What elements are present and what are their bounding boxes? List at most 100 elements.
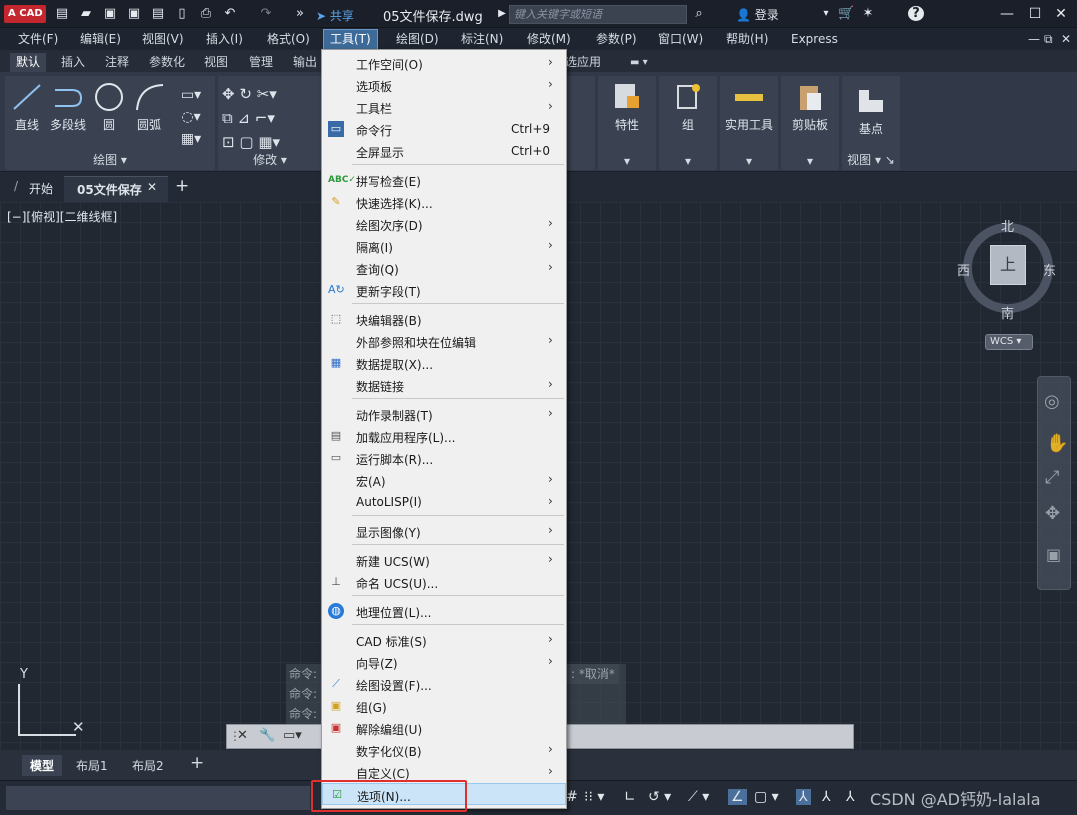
menu-draw[interactable]: 绘图(D) [392,31,443,48]
menu-item-data-links[interactable]: 数据链接 › [322,374,566,396]
object-snap-icon[interactable]: ▢ ▾ [754,789,779,805]
utilities-tool[interactable]: 实用工具 [722,82,776,133]
new-file-icon[interactable]: ▤ [54,6,70,21]
help-icon[interactable]: ? [908,6,924,21]
search-input[interactable]: 键入关键字或短语 [509,5,687,24]
menu-file[interactable]: 文件(F) [14,31,62,48]
view-panel-title[interactable]: 视图 ▾ ↘ [842,151,900,168]
open-folder-icon[interactable]: ▰ [78,6,94,21]
clipboard-dropdown-icon[interactable]: ▾ [781,154,839,168]
command-close-icon[interactable]: ✕ [237,728,248,743]
save-web-icon[interactable]: ▯ [174,6,190,21]
menu-item-command-line[interactable]: ▭ 命令行 Ctrl+9 [322,118,566,140]
ribbon-tab-view[interactable]: 视图 [198,53,234,72]
ribbon-tab-home[interactable]: 默认 [10,53,47,72]
menu-modify[interactable]: 修改(M) [523,31,575,48]
compass-south[interactable]: 南 [1001,303,1014,322]
menu-item-workspaces[interactable]: 工作空间(O) › [322,52,566,74]
menu-item-isolate[interactable]: 隔离(I) › [322,235,566,257]
menu-item-display-image[interactable]: 显示图像(Y) › [322,520,566,542]
minimize-button[interactable]: — [996,4,1018,24]
arc-tool[interactable]: 圆弧 [131,82,167,133]
ribbon-tab-annotate[interactable]: 注释 [99,53,135,72]
menu-item-action-recorder[interactable]: 动作录制器(T) › [322,403,566,425]
pan-icon[interactable]: ✋ [1046,433,1068,454]
circle-tool[interactable]: 圆 [91,82,127,133]
compass-north[interactable]: 北 [1001,216,1014,235]
ribbon-tab-insert[interactable]: 插入 [55,53,91,72]
add-layout-icon[interactable]: + [184,753,210,773]
compass-west[interactable]: 西 [957,260,970,279]
tab-model[interactable]: 模型 [22,755,63,776]
clipboard-tool[interactable]: 剪贴板 [783,82,837,133]
isodraft-icon[interactable]: ⟋ ▾ [688,789,709,805]
undo-icon[interactable]: ↶ [222,6,238,21]
redo-icon[interactable]: ↷ [258,6,274,21]
menu-item-load-application[interactable]: ▤ 加载应用程序(L)... [322,425,566,447]
ribbon-tab-parametric[interactable]: 参数化 [143,53,191,72]
menu-item-inquiry[interactable]: 查询(Q) › [322,257,566,279]
menu-item-drafting-settings[interactable]: ⟋ 绘图设置(F)... [322,673,566,695]
menu-help[interactable]: 帮助(H) [722,31,772,48]
menu-format[interactable]: 格式(O) [263,31,314,48]
menu-item-xref-inplace-edit[interactable]: 外部参照和块在位编辑 › [322,330,566,352]
command-customize-icon[interactable]: 🔧 [259,728,275,743]
menu-view[interactable]: 视图(V) [138,31,188,48]
menu-item-update-fields[interactable]: A↻ 更新字段(T) [322,279,566,301]
doc-restore-button[interactable]: ⧉ [1040,31,1057,48]
menu-express[interactable]: Express [787,31,842,48]
menu-insert[interactable]: 插入(I) [202,31,247,48]
group-tool[interactable]: 组 [665,82,711,133]
menu-item-group[interactable]: ▣ 组(G) [322,695,566,717]
draw-small-tools[interactable]: ▭▾ ◌▾ ▦▾ [173,84,209,150]
app-logo[interactable]: A CAD [4,5,46,23]
menu-item-block-editor[interactable]: ⬚ 块编辑器(B) [322,308,566,330]
autodesk-app-icon[interactable]: ✶ [860,6,876,21]
command-prompt-icon[interactable]: ▭▾ [283,728,302,743]
menu-item-spelling[interactable]: ABC✓ 拼写检查(E) [322,169,566,191]
properties-tool[interactable]: 特性 [604,82,650,133]
base-point-tool[interactable]: 基点 [848,86,894,137]
polar-icon[interactable]: ↺ ▾ [648,789,671,805]
menu-item-data-extraction[interactable]: ▦ 数据提取(X)... [322,352,566,374]
menu-item-toolbars[interactable]: 工具栏 › [322,96,566,118]
open-web-icon[interactable]: ▤ [150,6,166,21]
close-button[interactable]: ✕ [1050,4,1072,24]
menu-dimension[interactable]: 标注(N) [457,31,507,48]
menu-window[interactable]: 窗口(W) [654,31,707,48]
tab-layout2[interactable]: 布局2 [126,757,170,774]
tab-layout1[interactable]: 布局1 [70,757,114,774]
menu-item-geographic-location[interactable]: ◍ 地理位置(L)... [322,600,566,622]
cart-icon[interactable]: 🛒 [838,6,854,21]
menu-item-wizards[interactable]: 向导(Z) › [322,651,566,673]
menu-item-ungroup[interactable]: ▣ 解除编组(U) [322,717,566,739]
menu-item-macro[interactable]: 宏(A) › [322,469,566,491]
object-snap-tracking-icon[interactable]: ∠ [728,789,747,805]
search-icon[interactable]: ⌕ [691,6,707,21]
snap-icon[interactable]: ⁝⁝ ▾ [584,789,604,805]
close-tab-icon[interactable]: ✕ [147,180,157,194]
menu-parametric[interactable]: 参数(P) [592,31,641,48]
login-button[interactable]: 👤 登录 [736,6,779,23]
line-tool[interactable]: 直线 [9,82,45,133]
menu-item-named-ucs[interactable]: ⊥ 命名 UCS(U)... [322,571,566,593]
doc-close-button[interactable]: ✕ [1057,31,1075,48]
more-tools-icon[interactable]: » [292,6,308,21]
grid-icon[interactable]: # [566,789,578,805]
menu-item-new-ucs[interactable]: 新建 UCS(W) › [322,549,566,571]
menu-item-run-script[interactable]: ▭ 运行脚本(R)... [322,447,566,469]
ribbon-tab-manage[interactable]: 管理 [243,53,279,72]
compass-east[interactable]: 东 [1043,260,1056,279]
polyline-tool[interactable]: 多段线 [47,82,89,133]
menu-item-tablet[interactable]: 数字化仪(B) › [322,739,566,761]
ribbon-tab-more-icon[interactable]: ▬ ▾ [624,53,654,72]
modify-small-tools[interactable]: ✥ ↻ ✂▾ ⧉ ⊿ ⌐▾ ⊡ ▢ ▦▾ [222,82,318,154]
menu-item-clean-screen[interactable]: 全屏显示 Ctrl+0 [322,140,566,162]
viewcube-top-face[interactable]: 上 [990,245,1026,285]
modify-panel-title[interactable]: 修改 ▾ [218,151,322,168]
ortho-icon[interactable]: ∟ [624,789,636,805]
menu-tools[interactable]: 工具(T) [323,29,378,50]
tab-current-file[interactable]: 05文件保存 ✕ [64,176,168,202]
showmotion-icon[interactable]: ▣ [1046,545,1061,564]
draw-panel-title[interactable]: 绘图 ▾ [5,151,215,168]
